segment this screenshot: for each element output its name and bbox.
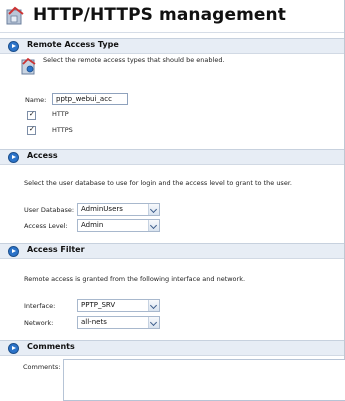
chevron-down-icon[interactable] [148,204,159,215]
arrow-right-circle-icon [8,246,19,257]
section-comments-header: Comments [0,340,344,356]
network-select[interactable]: all-nets [77,316,160,329]
access-filter-description: Remote access is granted from the follow… [24,275,246,283]
access-level-value: Admin [81,221,104,229]
section-title: Access [27,151,58,160]
interface-label: Interface: [24,302,56,310]
page-title: HTTP/HTTPS management [33,5,286,25]
access-level-label: Access Level: [24,222,68,230]
section-title: Comments [27,342,75,351]
network-label: Network: [24,319,54,327]
access-level-select[interactable]: Admin [77,219,160,232]
section-title: Remote Access Type [27,40,119,49]
http-label: HTTP [52,110,69,118]
check-icon: ✓ [29,110,35,118]
http-checkbox[interactable]: ✓ [27,111,36,120]
comments-label: Comments: [23,363,61,371]
network-value: all-nets [81,318,107,326]
chevron-down-icon[interactable] [148,300,159,311]
arrow-right-circle-icon [8,343,19,354]
management-icon [6,6,24,25]
page-frame: HTTP/HTTPS management Remote Access Type… [0,0,345,401]
interface-select[interactable]: PPTP_SRV [77,299,160,312]
section-remote-access-header: Remote Access Type [0,38,344,54]
chevron-down-icon[interactable] [148,220,159,231]
arrow-right-circle-icon [8,41,19,52]
interface-value: PPTP_SRV [81,301,116,309]
check-icon: ✓ [29,125,35,133]
https-checkbox[interactable]: ✓ [27,126,36,135]
name-label: Name: [25,96,47,104]
https-label: HTTPS [52,126,73,134]
remote-access-description: Select the remote access types that shou… [43,56,225,64]
remote-access-icon [21,57,36,75]
section-access-filter-header: Access Filter [0,243,344,259]
name-input[interactable]: pptp_webui_acc [52,93,128,105]
comments-textarea[interactable] [63,359,345,401]
user-database-value: AdminUsers [81,205,123,213]
arrow-right-circle-icon [8,152,19,163]
access-description: Select the user database to use for logi… [24,179,292,187]
section-access-header: Access [0,149,344,165]
title-bar: HTTP/HTTPS management [0,0,344,33]
user-database-label: User Database: [24,206,75,214]
user-database-select[interactable]: AdminUsers [77,203,160,216]
section-title: Access Filter [27,245,85,254]
chevron-down-icon[interactable] [148,317,159,328]
